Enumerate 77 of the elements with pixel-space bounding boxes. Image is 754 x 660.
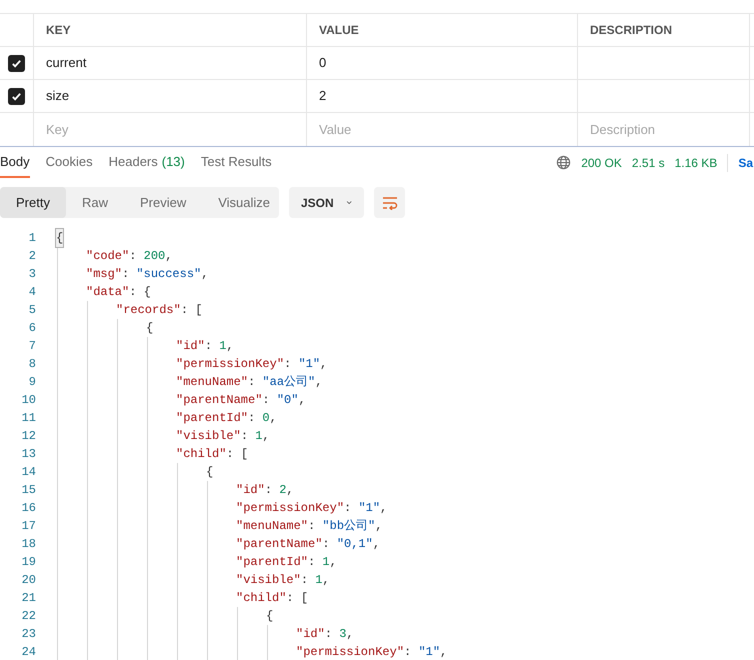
wrap-lines-button[interactable] bbox=[374, 187, 405, 218]
line-number: 5 bbox=[28, 303, 36, 317]
line-number: 7 bbox=[28, 339, 36, 353]
response-tab[interactable]: Cookies bbox=[46, 147, 93, 178]
view-mode-tab[interactable]: Pretty bbox=[0, 187, 66, 218]
code-line: "visible": 1, bbox=[176, 428, 270, 445]
code-line: "child": [ bbox=[176, 446, 248, 463]
checkmark-icon bbox=[11, 90, 22, 102]
response-time: 2.51 s bbox=[632, 154, 665, 172]
line-number: 12 bbox=[22, 429, 36, 443]
globe-icon[interactable] bbox=[556, 155, 572, 170]
param-value: 2 bbox=[319, 87, 326, 106]
line-number: 16 bbox=[22, 501, 36, 515]
line-number: 22 bbox=[22, 609, 36, 623]
line-number: 17 bbox=[22, 519, 36, 533]
line-number: 2 bbox=[28, 249, 36, 263]
code-line: "permissionKey": "1", bbox=[176, 356, 328, 373]
code-line: "id": 3, bbox=[296, 626, 354, 643]
code-line: { bbox=[206, 464, 214, 481]
line-number: 15 bbox=[22, 483, 36, 497]
line-number: 21 bbox=[22, 591, 36, 605]
line-number: 1 bbox=[28, 231, 36, 245]
checkmark-icon bbox=[11, 58, 22, 68]
response-tab[interactable]: Body bbox=[0, 147, 30, 178]
code-line: "menuName": "aa公司", bbox=[176, 374, 322, 391]
response-tab[interactable]: Test Results bbox=[200, 147, 272, 178]
checkbox[interactable] bbox=[8, 54, 25, 72]
response-size: 1.16 KB bbox=[674, 154, 718, 172]
code-line: "id": 1, bbox=[176, 338, 234, 355]
view-mode-tab[interactable]: Visualize bbox=[202, 187, 286, 218]
line-number: 14 bbox=[22, 465, 36, 479]
line-number: 3 bbox=[28, 267, 36, 281]
param-value: 0 bbox=[319, 54, 326, 72]
param-key: size bbox=[46, 86, 70, 106]
wrap-lines-icon bbox=[382, 196, 398, 210]
code-line: "code": 200, bbox=[86, 248, 172, 265]
column-header: VALUE bbox=[319, 22, 359, 39]
description-input[interactable]: Description bbox=[590, 120, 737, 140]
line-number: 18 bbox=[22, 537, 36, 551]
code-line: "msg": "success", bbox=[86, 266, 208, 283]
code-line: "permissionKey": "1", bbox=[296, 644, 448, 660]
code-line: "parentId": 1, bbox=[236, 554, 337, 571]
line-number: 6 bbox=[28, 321, 36, 335]
code-line: "records": [ bbox=[116, 302, 202, 319]
code-line: "id": 2, bbox=[236, 482, 294, 499]
code-line: "parentId": 0, bbox=[176, 410, 277, 427]
line-number: 4 bbox=[28, 285, 36, 299]
line-number: 23 bbox=[22, 627, 36, 641]
checkbox[interactable] bbox=[8, 88, 25, 104]
format-dropdown[interactable]: JSON bbox=[289, 187, 364, 218]
key-input[interactable]: Key bbox=[46, 120, 294, 140]
line-number: 13 bbox=[22, 447, 36, 461]
code-line: "data": { bbox=[86, 284, 151, 301]
param-key: current bbox=[46, 53, 86, 73]
response-tab[interactable]: Headers (13) bbox=[108, 147, 185, 178]
column-header: DESCRIPTION bbox=[590, 22, 672, 39]
code-line: "menuName": "bb公司", bbox=[236, 518, 382, 535]
code-line: "parentName": "0,1", bbox=[236, 536, 380, 553]
code-line: { bbox=[266, 608, 274, 625]
code-line: "visible": 1, bbox=[236, 572, 330, 589]
value-input[interactable]: Value bbox=[319, 120, 565, 140]
line-number: 24 bbox=[22, 645, 36, 659]
line-number: 8 bbox=[28, 357, 36, 371]
view-mode-tab[interactable]: Raw bbox=[66, 187, 124, 218]
view-mode-tab[interactable]: Preview bbox=[124, 187, 202, 218]
line-number: 10 bbox=[22, 393, 36, 407]
code-line: "parentName": "0", bbox=[176, 392, 306, 409]
line-number: 11 bbox=[22, 411, 36, 425]
status-code: 200 OK bbox=[581, 154, 622, 172]
code-line: "child": [ bbox=[236, 590, 308, 607]
line-number: 20 bbox=[22, 573, 36, 587]
code-line: { bbox=[146, 320, 154, 337]
code-line: "permissionKey": "1", bbox=[236, 500, 388, 517]
save-response-button[interactable]: Sa bbox=[738, 154, 754, 172]
line-number: 9 bbox=[28, 375, 36, 389]
column-header: KEY bbox=[46, 22, 71, 39]
line-number: 19 bbox=[22, 555, 36, 569]
